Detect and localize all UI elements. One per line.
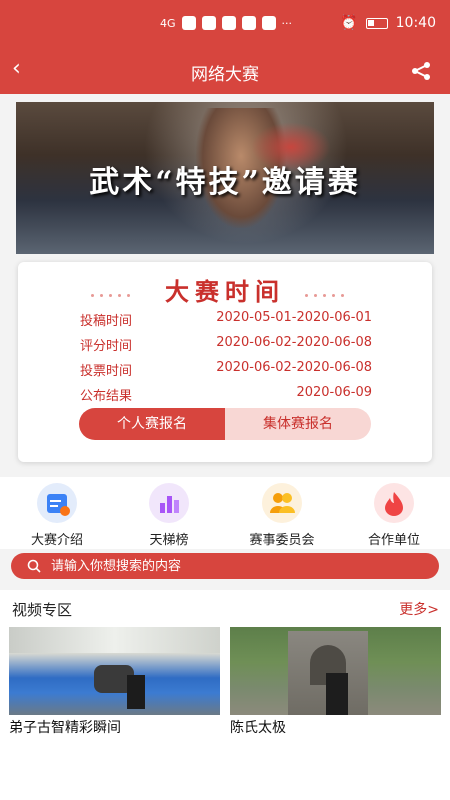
quick-item-committee[interactable]: 赛事委员会	[237, 483, 327, 548]
app-notification-icon	[261, 16, 276, 30]
video-title: 陈氏太极	[230, 720, 286, 736]
schedule-value: 2020-06-09	[296, 385, 372, 400]
schedule-row: 评分时间 2020-06-02-2020-06-08	[80, 335, 372, 354]
app-bar: ‹ 网络大赛	[0, 48, 450, 94]
search-bar[interactable]	[11, 553, 439, 579]
schedule-label: 投稿时间	[80, 314, 133, 329]
quick-item-label: 大赛介绍	[30, 533, 83, 548]
schedule-card: 大赛时间 投稿时间 2020-05-01-2020-06-01 评分时间 202…	[18, 262, 432, 462]
app-notification-icon	[201, 16, 216, 30]
individual-registration-button[interactable]: 个人赛报名	[79, 408, 225, 440]
page-title: 网络大赛	[191, 65, 259, 85]
quick-item-label: 合作单位	[367, 533, 420, 548]
schedule-label: 公布结果	[80, 389, 133, 404]
schedule-row: 公布结果 2020-06-09	[80, 385, 372, 404]
search-icon	[27, 559, 41, 573]
share-icon[interactable]	[410, 60, 432, 82]
schedule-label: 投票时间	[80, 364, 133, 379]
app-notification-icon	[241, 16, 256, 30]
schedule-row: 投稿时间 2020-05-01-2020-06-01	[80, 310, 372, 329]
video-thumbnail[interactable]	[230, 627, 441, 715]
video-card[interactable]: 陈氏太极	[230, 627, 441, 737]
video-more-link[interactable]: 更多>	[399, 599, 439, 619]
quick-item-ranking[interactable]: 天梯榜	[124, 483, 214, 548]
registration-buttons: 个人赛报名 集体赛报名	[79, 408, 371, 440]
video-thumbnail[interactable]	[9, 627, 220, 715]
network-type: 4G	[160, 16, 176, 30]
calendar-icon	[37, 483, 77, 523]
quick-item-partners[interactable]: 合作单位	[349, 483, 439, 548]
video-section: 视频专区 更多> 弟子古智精彩瞬间 陈氏太极	[0, 590, 450, 800]
schedule-label: 评分时间	[80, 339, 133, 354]
event-banner[interactable]: 武术“特技”邀请赛	[16, 102, 434, 254]
clock: 10:40	[395, 15, 436, 31]
app-notification-icon	[221, 16, 236, 30]
schedule-row: 投票时间 2020-06-02-2020-06-08	[80, 360, 372, 379]
battery-icon	[365, 17, 388, 29]
app-notification-icon	[181, 16, 196, 30]
quick-item-label: 赛事委员会	[249, 533, 315, 548]
schedule-value: 2020-06-02-2020-06-08	[216, 360, 372, 375]
video-card[interactable]: 弟子古智精彩瞬间	[9, 627, 220, 737]
quick-item-label: 天梯榜	[149, 533, 189, 548]
more-notifications: ···	[281, 16, 293, 30]
flame-icon	[374, 483, 414, 523]
search-input[interactable]	[51, 556, 421, 576]
status-icons: 4G ···	[160, 16, 292, 30]
banner-headline: 武术“特技”邀请赛	[89, 165, 361, 200]
quick-item-intro[interactable]: 大赛介绍	[12, 483, 102, 548]
status-bar: 4G ··· ⏰ 10:40	[0, 0, 450, 48]
users-icon	[262, 483, 302, 523]
schedule-title: 大赛时间	[165, 277, 285, 306]
schedule-value: 2020-06-02-2020-06-08	[216, 335, 372, 350]
title-decoration-right	[302, 282, 362, 297]
video-section-title: 视频专区	[12, 601, 73, 619]
alarm-icon: ⏰	[340, 15, 358, 31]
schedule-value: 2020-05-01-2020-06-01	[216, 310, 372, 325]
team-registration-button[interactable]: 集体赛报名	[225, 408, 371, 440]
quick-menu: 大赛介绍 天梯榜 赛事委员会 合作单位	[0, 477, 450, 549]
video-title: 弟子古智精彩瞬间	[9, 720, 121, 736]
chart-icon	[149, 483, 189, 523]
